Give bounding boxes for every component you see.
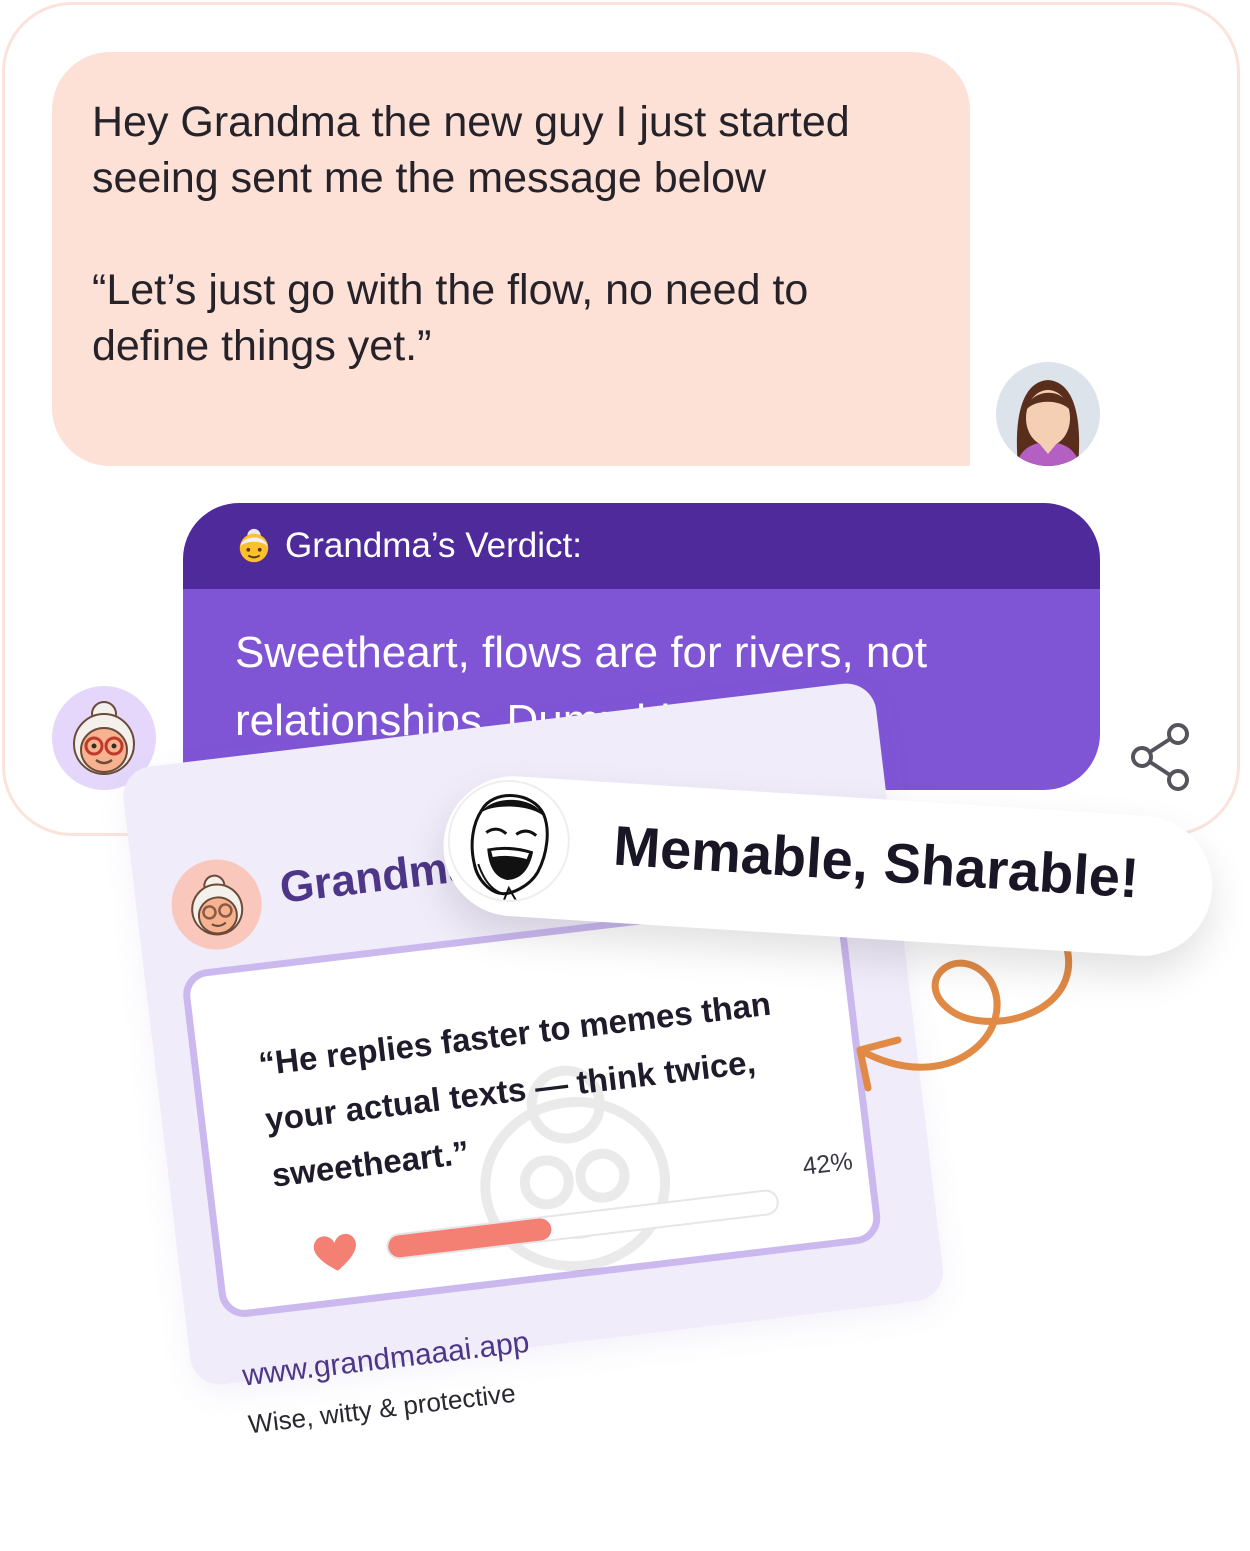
rating-progress-label: 42%: [801, 1147, 855, 1181]
card-grandma-avatar: [166, 854, 267, 955]
memable-sharable-label: Memable, Sharable!: [611, 813, 1141, 910]
verdict-title: Grandma’s Verdict:: [285, 526, 582, 565]
user-message-bubble: Hey Grandma the new guy I just started s…: [52, 52, 970, 466]
user-message-line2: “Let’s just go with the flow, no need to…: [92, 266, 809, 370]
user-avatar: [996, 362, 1100, 466]
heart-icon: [313, 1233, 356, 1271]
grandma-emoji-icon: [239, 528, 269, 563]
quote-box: “He replies faster to memes than your ac…: [180, 893, 884, 1320]
user-message-line1: Hey Grandma the new guy I just started s…: [92, 98, 850, 202]
card-quote: “He replies faster to memes than your ac…: [256, 984, 773, 1194]
laughing-meme-face-icon: [444, 776, 574, 906]
share-icon[interactable]: [1128, 722, 1192, 792]
verdict-header: Grandma’s Verdict:: [183, 503, 1100, 589]
